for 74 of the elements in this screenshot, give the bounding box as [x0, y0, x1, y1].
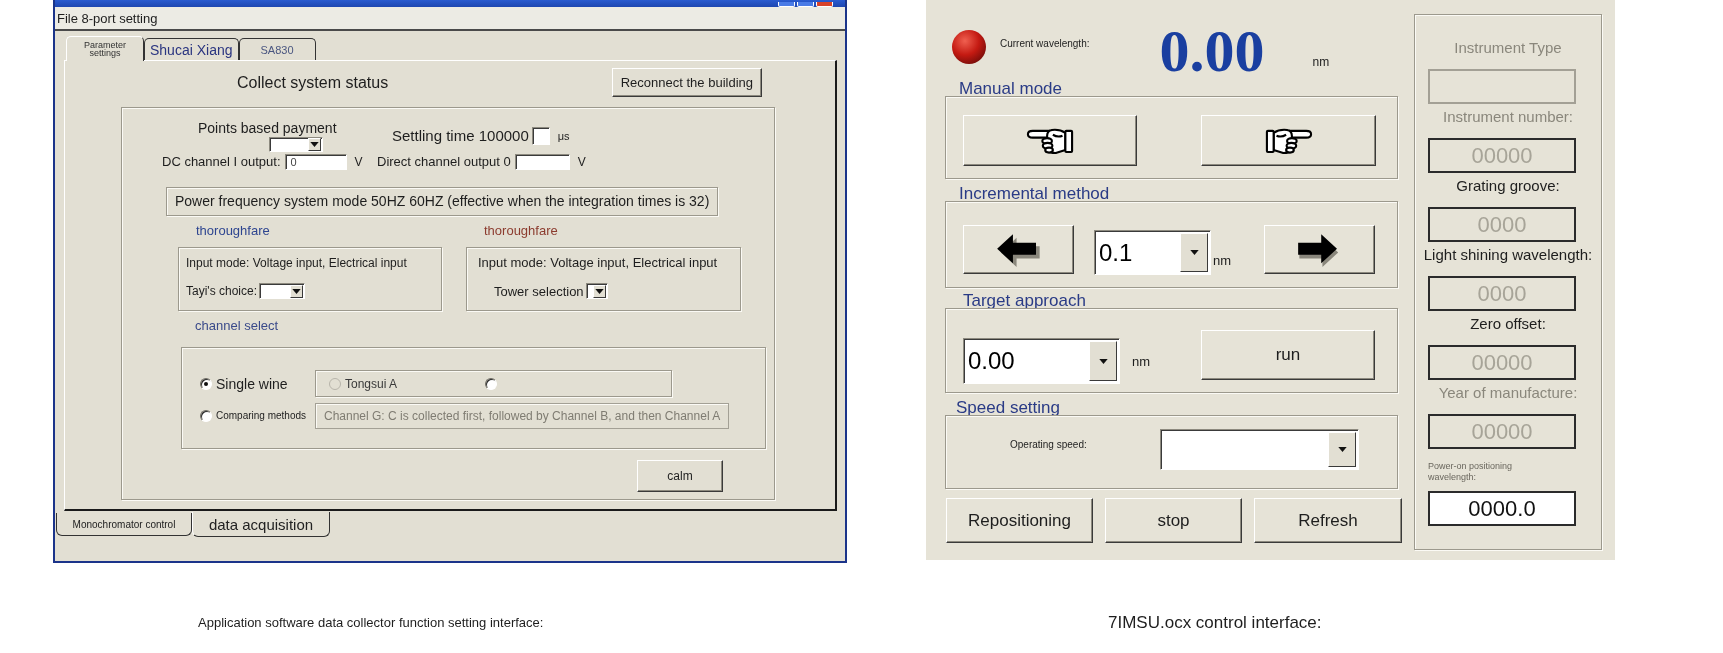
- input-mode-text: Input mode: Voltage input, Electrical input: [478, 255, 718, 271]
- radio-option[interactable]: Single wine: [200, 375, 315, 392]
- unit-label: V: [577, 155, 586, 169]
- info-label: Light shining wavelength:: [1423, 245, 1593, 265]
- caption: 7IMSU.ocx control interface:: [1108, 613, 1322, 633]
- hand-button[interactable]: [1201, 115, 1376, 166]
- info-label: Power-on positioning wavelength:: [1428, 461, 1514, 483]
- tab[interactable]: SA830: [238, 38, 316, 60]
- power-frequency-note: Power frequency system mode 50HZ 60HZ (effective when the integration times is 32): [166, 187, 719, 216]
- dropdown-field[interactable]: [585, 283, 608, 299]
- calm-button[interactable]: calm: [637, 460, 723, 492]
- action-button[interactable]: Refresh: [1254, 498, 1402, 543]
- close-button[interactable]: [816, 2, 833, 7]
- step-back-button[interactable]: [963, 225, 1074, 274]
- minimize-button[interactable]: [778, 2, 795, 7]
- settling-time-label: Settling time 100000: [392, 126, 529, 145]
- dc-output-field[interactable]: 0: [284, 154, 347, 170]
- step-dropdown[interactable]: 0.1: [1094, 230, 1211, 275]
- hand-button[interactable]: [963, 115, 1137, 166]
- caret-down-icon: [308, 138, 321, 151]
- spin-field[interactable]: [531, 126, 550, 145]
- maximize-button[interactable]: [797, 2, 814, 7]
- info-label: Zero offset:: [1470, 314, 1546, 334]
- menu-title[interactable]: File 8-port setting: [57, 10, 158, 26]
- section-title: Collect system status: [237, 73, 389, 92]
- unit-label: nm: [1213, 253, 1232, 268]
- tab[interactable]: data acquisition: [192, 512, 330, 537]
- select-label: Tayi's choice:: [186, 284, 257, 298]
- group-title: Incremental method: [959, 186, 1110, 201]
- speed-dropdown[interactable]: [1160, 429, 1359, 470]
- action-button[interactable]: stop: [1105, 498, 1242, 543]
- caret-down-icon: [1180, 233, 1208, 272]
- payment-mode-label: Points based payment: [198, 120, 337, 136]
- group-title: thoroughfare: [484, 223, 558, 239]
- radio-option[interactable]: Comparing methods: [200, 409, 315, 422]
- info-label: Year of manufacture:: [1438, 383, 1578, 403]
- dropdown-field[interactable]: [259, 283, 305, 299]
- reconnect-button[interactable]: Reconnect the building: [611, 68, 762, 97]
- select-label: Tower selection: [494, 283, 584, 299]
- current-wavelength-label: Current wavelength:: [1000, 38, 1090, 50]
- action-button[interactable]: Repositioning: [946, 498, 1093, 543]
- caption: Application software data collector function setting interface:: [198, 615, 544, 631]
- tab[interactable]: Shucai Xiang: [144, 38, 239, 60]
- unit-label: μs: [557, 129, 570, 142]
- unit-label: V: [354, 155, 363, 169]
- tab[interactable]: Monochromator control: [56, 513, 192, 536]
- group-title: Speed setting: [956, 400, 1060, 415]
- unit-label: nm: [1132, 354, 1151, 369]
- run-button[interactable]: run: [1201, 330, 1375, 380]
- caret-down-icon: [1328, 432, 1356, 467]
- caret-down-icon: [592, 284, 606, 298]
- group-title: Target approach: [963, 293, 1086, 308]
- info-label: Instrument Type: [1454, 38, 1562, 58]
- tab[interactable]: Parameter settings: [66, 36, 144, 61]
- caret-down-icon: [290, 284, 303, 298]
- dropdown-field[interactable]: [269, 137, 323, 152]
- info-field[interactable]: 0000.0: [1428, 491, 1576, 526]
- direct-output-label: Direct channel output 0: [377, 154, 511, 170]
- group-title: thoroughfare: [196, 223, 270, 239]
- wavelength-reading: 0.00: [1159, 22, 1265, 80]
- arrow-left-icon: [996, 232, 1041, 267]
- info-label: Grating groove:: [1456, 176, 1560, 196]
- step-forward-button[interactable]: [1264, 225, 1375, 274]
- group-title: Manual mode: [959, 81, 1062, 96]
- indicator-light-icon: [952, 30, 986, 64]
- direct-output-field[interactable]: [514, 154, 570, 170]
- unit-label: nm: [1312, 55, 1330, 69]
- caret-down-icon: [1089, 341, 1117, 381]
- operating-speed-label: Operating speed:: [1010, 439, 1088, 450]
- info-label: Instrument number:: [1442, 107, 1574, 127]
- group-title: channel select: [195, 318, 279, 334]
- dc-output-label: DC channel I output:: [162, 154, 281, 170]
- target-dropdown[interactable]: 0.00: [963, 338, 1120, 384]
- input-mode-text: Input mode: Voltage input, Electrical input: [186, 255, 407, 271]
